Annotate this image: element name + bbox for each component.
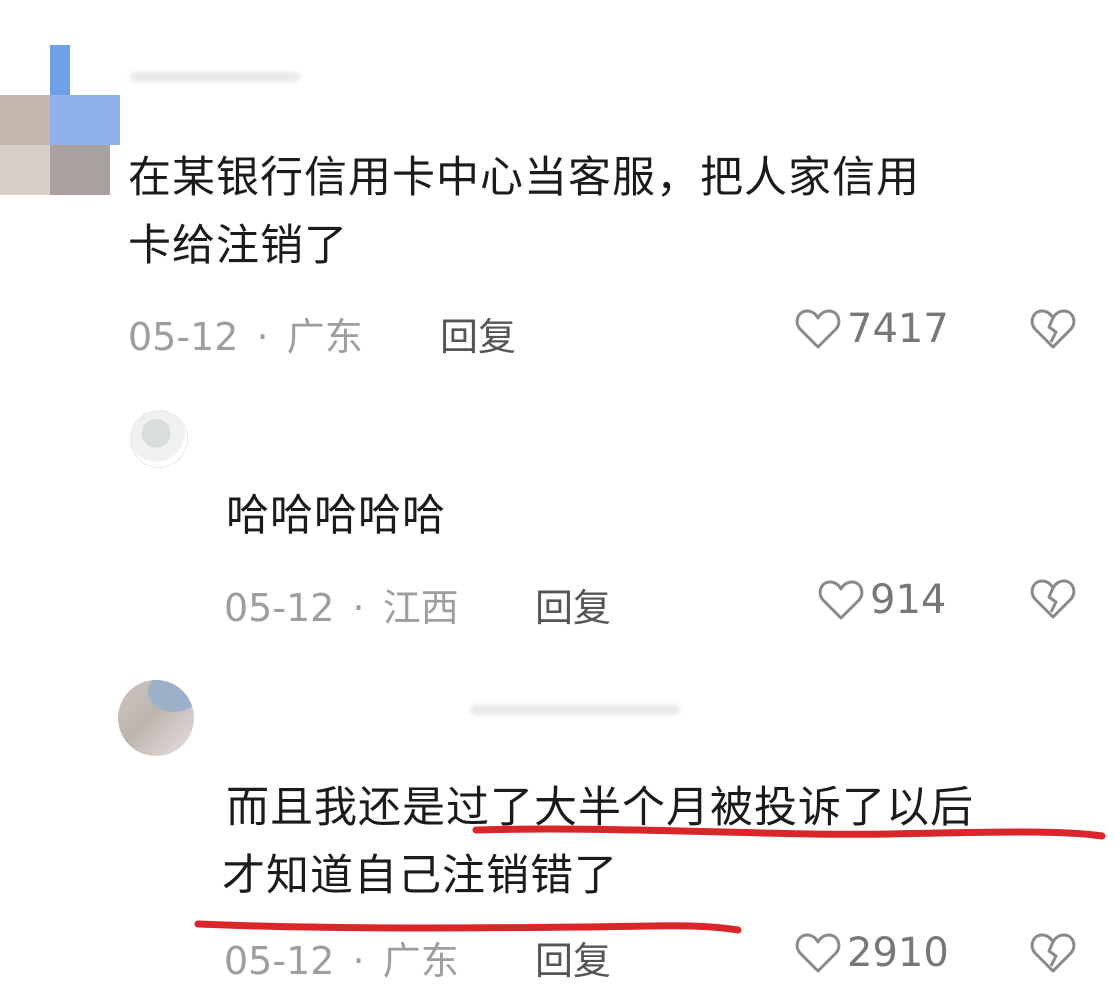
meta-separator: · bbox=[352, 586, 365, 630]
comment-meta: 05-12 · 广东 bbox=[128, 306, 363, 361]
heart-outline-icon bbox=[818, 579, 864, 621]
heart-outline-icon bbox=[795, 932, 841, 974]
username[interactable] bbox=[470, 705, 680, 715]
red-underline bbox=[472, 825, 1106, 840]
reply-text-line2: 才知道自己注销错了 bbox=[222, 851, 618, 901]
reply-button[interactable]: 回复 bbox=[535, 930, 611, 985]
comment-location: 广东 bbox=[286, 315, 363, 359]
username[interactable] bbox=[130, 72, 300, 82]
broken-heart-icon bbox=[1030, 308, 1076, 350]
meta-separator: · bbox=[352, 939, 365, 983]
avatar[interactable] bbox=[0, 45, 120, 195]
meta-separator: · bbox=[256, 315, 269, 359]
comment-text: 在某银行信用卡中心当客服，把人家信用 bbox=[128, 153, 920, 203]
avatar[interactable] bbox=[118, 680, 194, 756]
comment-location: 江西 bbox=[382, 586, 459, 630]
comment-meta: 05-12 · 广东 bbox=[224, 930, 459, 985]
comment-date: 05-12 bbox=[128, 315, 239, 359]
like-count: 7417 bbox=[847, 306, 949, 352]
like-button[interactable]: 914 bbox=[818, 577, 946, 623]
comment-meta: 05-12 · 江西 bbox=[224, 577, 459, 632]
reply-text: 哈哈哈哈哈 bbox=[226, 491, 446, 541]
dislike-button[interactable] bbox=[1030, 308, 1076, 350]
reply-button[interactable]: 回复 bbox=[440, 306, 516, 361]
comment-date: 05-12 bbox=[224, 939, 335, 983]
avatar[interactable] bbox=[130, 410, 188, 468]
like-button[interactable]: 7417 bbox=[795, 306, 949, 352]
dislike-button[interactable] bbox=[1030, 932, 1076, 974]
like-button[interactable]: 2910 bbox=[795, 930, 949, 976]
reply-text-start: 而且我还是 bbox=[226, 783, 446, 833]
dislike-button[interactable] bbox=[1030, 578, 1076, 620]
broken-heart-icon bbox=[1030, 578, 1076, 620]
reply-button[interactable]: 回复 bbox=[535, 577, 611, 632]
comment-text-line2: 卡给注销了 bbox=[128, 221, 348, 271]
broken-heart-icon bbox=[1030, 932, 1076, 974]
like-count: 2910 bbox=[847, 930, 949, 976]
heart-outline-icon bbox=[795, 308, 841, 350]
comment-date: 05-12 bbox=[224, 586, 335, 630]
comment-location: 广东 bbox=[382, 939, 459, 983]
like-count: 914 bbox=[870, 577, 947, 623]
